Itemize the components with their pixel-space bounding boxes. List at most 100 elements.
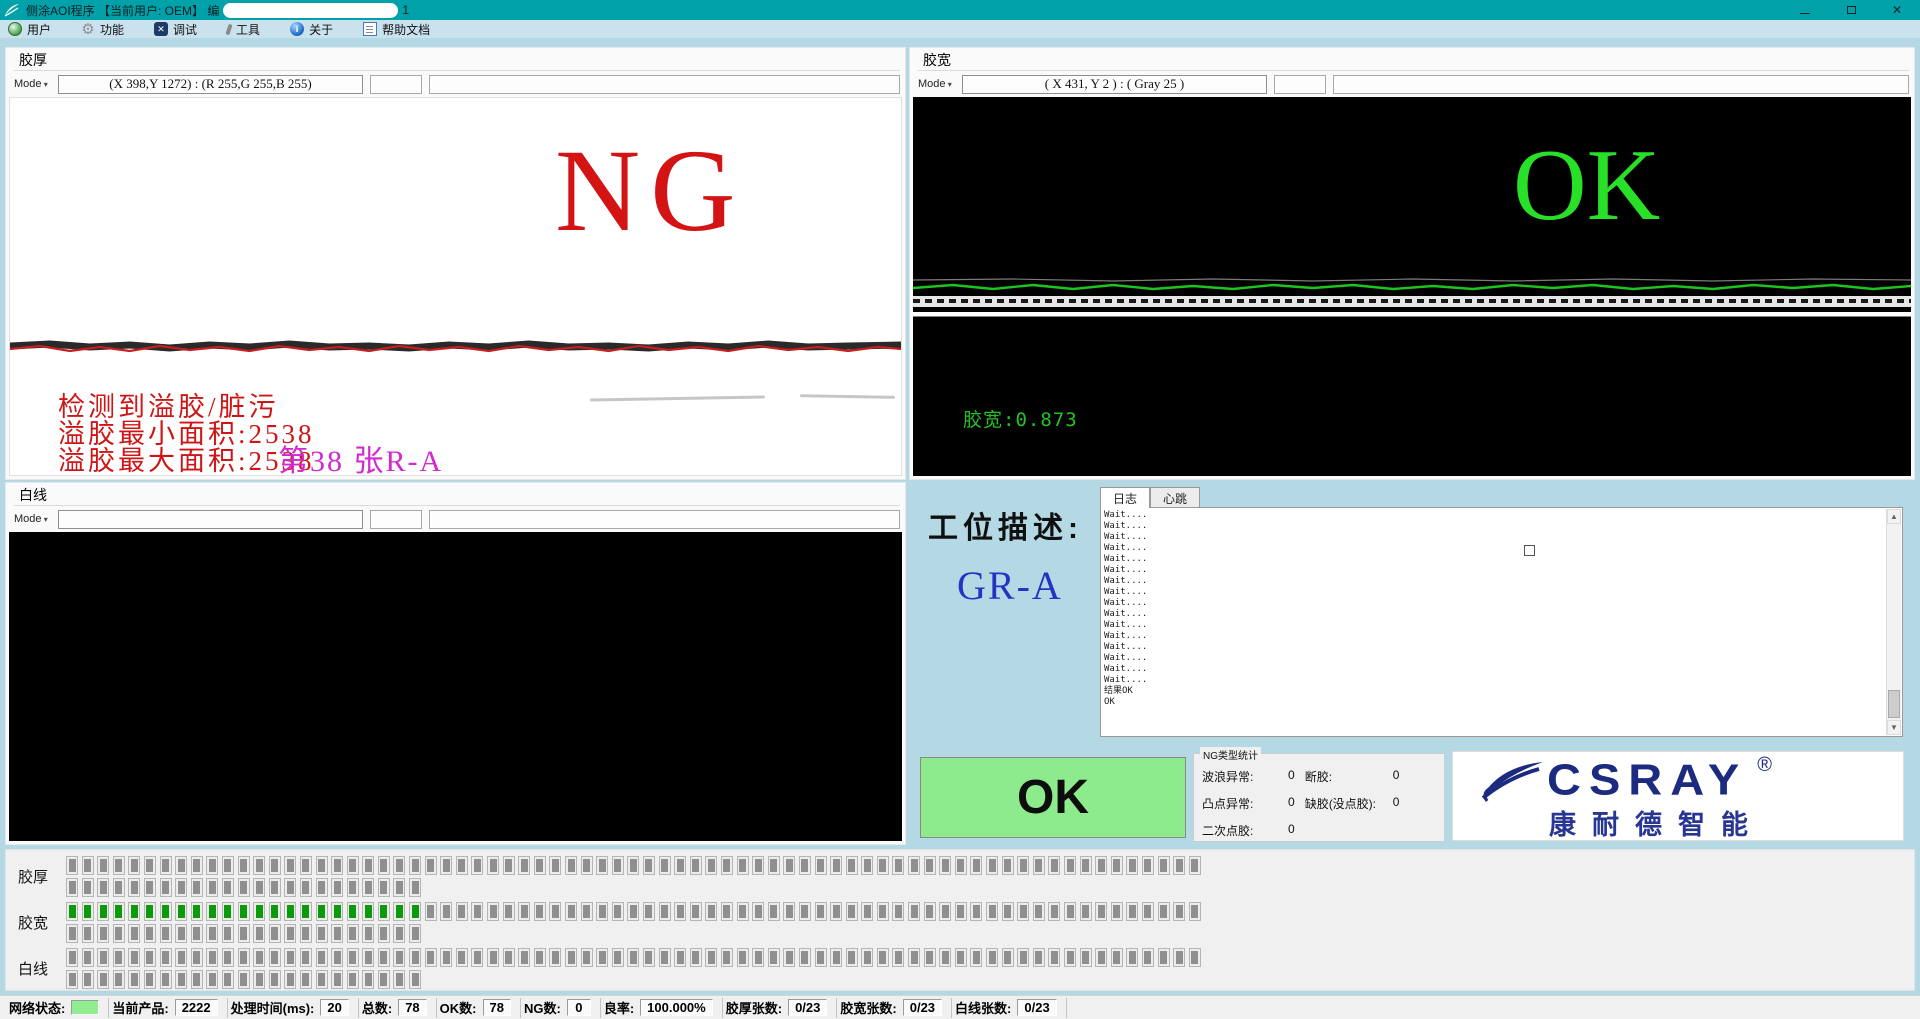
indicator-cell xyxy=(393,924,405,943)
menu-item-tools[interactable]: 工具 xyxy=(227,21,260,38)
scroll-up-icon[interactable]: ▲ xyxy=(1887,509,1901,524)
indicator-cell xyxy=(113,970,125,989)
ng-type-statistics-groupbox: NG类型统计 波浪异常:0凸点异常:0二次点胶:0 断胶:0缺胶(没点胶):0 xyxy=(1193,753,1445,842)
indicator-cell xyxy=(316,902,328,921)
indicator-cell xyxy=(1080,902,1092,921)
indicator-cell xyxy=(238,856,250,875)
indicator-cell xyxy=(113,924,125,943)
menu-item-label: 功能 xyxy=(100,21,124,38)
indicator-cell xyxy=(347,948,359,967)
inspection-image-glue-thickness[interactable]: NG 检测到溢胶/脏污 溢胶最小面积:2538 溢胶最大面积:2538 第38 … xyxy=(9,97,902,476)
indicator-cell xyxy=(316,948,328,967)
indicator-cell xyxy=(830,948,842,967)
pixel-coordinate-readout xyxy=(58,510,363,529)
indicator-cell xyxy=(160,856,172,875)
frame-indicator-area: 胶厚胶宽白线 xyxy=(5,849,1915,991)
scrollbar-thumb[interactable] xyxy=(1888,690,1900,718)
checkbox[interactable] xyxy=(1524,545,1535,556)
toolbar-field-small xyxy=(1274,75,1326,94)
log-line: Wait.... xyxy=(1104,609,1882,620)
indicator-cell xyxy=(596,948,608,967)
indicator-row xyxy=(66,902,1201,921)
result-text-ok: OK xyxy=(1513,127,1660,244)
mode-dropdown[interactable]: Mode xyxy=(14,513,58,525)
menu-item-debug[interactable]: 调试 xyxy=(154,21,197,38)
indicator-cell xyxy=(222,948,234,967)
scroll-down-icon[interactable]: ▼ xyxy=(1887,720,1901,735)
ng-stat-item: 断胶:0 xyxy=(1305,768,1400,785)
minimize-button[interactable] xyxy=(1782,0,1828,20)
indicator-cell xyxy=(300,856,312,875)
toolbar-field-long xyxy=(429,510,900,529)
log-line: Wait.... xyxy=(1104,554,1882,565)
indicator-cell xyxy=(191,924,203,943)
indicator-cell xyxy=(128,924,140,943)
indicator-cell xyxy=(768,948,780,967)
indicator-cell xyxy=(783,948,795,967)
indicator-cell xyxy=(175,878,187,897)
station-description-value: GR-A xyxy=(957,562,1063,609)
toolbar-field-small xyxy=(370,510,422,529)
indicator-cell xyxy=(378,856,390,875)
log-scrollbar[interactable]: ▲ ▼ xyxy=(1886,509,1901,735)
indicator-cell xyxy=(284,856,296,875)
indicator-group-胶厚: 胶厚 xyxy=(18,856,1914,897)
mode-dropdown[interactable]: Mode xyxy=(14,78,58,90)
indicator-cell xyxy=(97,924,109,943)
indicator-cell xyxy=(300,948,312,967)
indicator-cell xyxy=(471,856,483,875)
menu-item-function[interactable]: 功能 xyxy=(81,21,124,38)
indicator-cell xyxy=(191,948,203,967)
inspection-image-white-line[interactable] xyxy=(9,532,902,841)
indicator-cell xyxy=(206,924,218,943)
close-button[interactable]: ✕ xyxy=(1874,0,1920,20)
indicator-cell xyxy=(612,948,624,967)
indicator-cell xyxy=(331,948,343,967)
ng-stat-value: 0 xyxy=(1288,795,1295,812)
menu-item-user[interactable]: 用户 xyxy=(8,21,51,38)
indicator-cell xyxy=(144,924,156,943)
indicator-cell xyxy=(66,878,78,897)
toolbar: Mode (X 398,Y 1272) : (R 255,G 255,B 255… xyxy=(14,74,900,94)
ng-stat-item: 二次点胶:0 xyxy=(1202,822,1295,839)
indicator-cell xyxy=(1111,948,1123,967)
indicator-cell xyxy=(596,902,608,921)
indicator-cell xyxy=(144,948,156,967)
overall-result-button[interactable]: OK xyxy=(920,757,1186,838)
mode-dropdown[interactable]: Mode xyxy=(918,78,962,90)
tab-heartbeat[interactable]: 心跳 xyxy=(1150,487,1200,508)
indicator-cell xyxy=(659,856,671,875)
indicator-cell xyxy=(674,856,686,875)
indicator-cell xyxy=(1080,948,1092,967)
indicator-cell xyxy=(503,902,515,921)
indicator-cell xyxy=(924,902,936,921)
indicator-cell xyxy=(1158,856,1170,875)
indicator-cell xyxy=(612,902,624,921)
indicator-cell xyxy=(830,902,842,921)
indicator-group-label: 胶厚 xyxy=(18,866,66,887)
indicator-cell xyxy=(986,856,998,875)
indicator-cell xyxy=(191,902,203,921)
indicator-cell xyxy=(1111,902,1123,921)
indicator-cell xyxy=(378,948,390,967)
log-body[interactable]: Wait....Wait....Wait....Wait....Wait....… xyxy=(1100,507,1903,737)
status-value: 78 xyxy=(483,999,511,1016)
status-item: 白线张数:0/23 xyxy=(952,998,1067,1018)
indicator-cell xyxy=(362,878,374,897)
tab-log[interactable]: 日志 xyxy=(1100,487,1150,508)
indicator-cell xyxy=(768,902,780,921)
indicator-cell xyxy=(705,902,717,921)
menu-item-help[interactable]: 帮助文档 xyxy=(363,21,430,38)
log-line: Wait.... xyxy=(1104,532,1882,543)
indicator-cell xyxy=(1189,856,1201,875)
network-status-indicator xyxy=(71,1000,99,1015)
menu-item-about[interactable]: 关于 xyxy=(290,21,333,38)
panel-title: 胶厚 xyxy=(19,50,47,70)
inspection-image-glue-width[interactable]: OK 胶宽:0.873 xyxy=(913,97,1911,476)
divider xyxy=(918,70,1909,71)
indicator-cell xyxy=(924,948,936,967)
indicator-cell xyxy=(955,902,967,921)
indicator-group-胶宽: 胶宽 xyxy=(18,902,1914,943)
maximize-button[interactable] xyxy=(1828,0,1874,20)
pixel-coordinate-readout: (X 398,Y 1272) : (R 255,G 255,B 255) xyxy=(58,75,363,94)
